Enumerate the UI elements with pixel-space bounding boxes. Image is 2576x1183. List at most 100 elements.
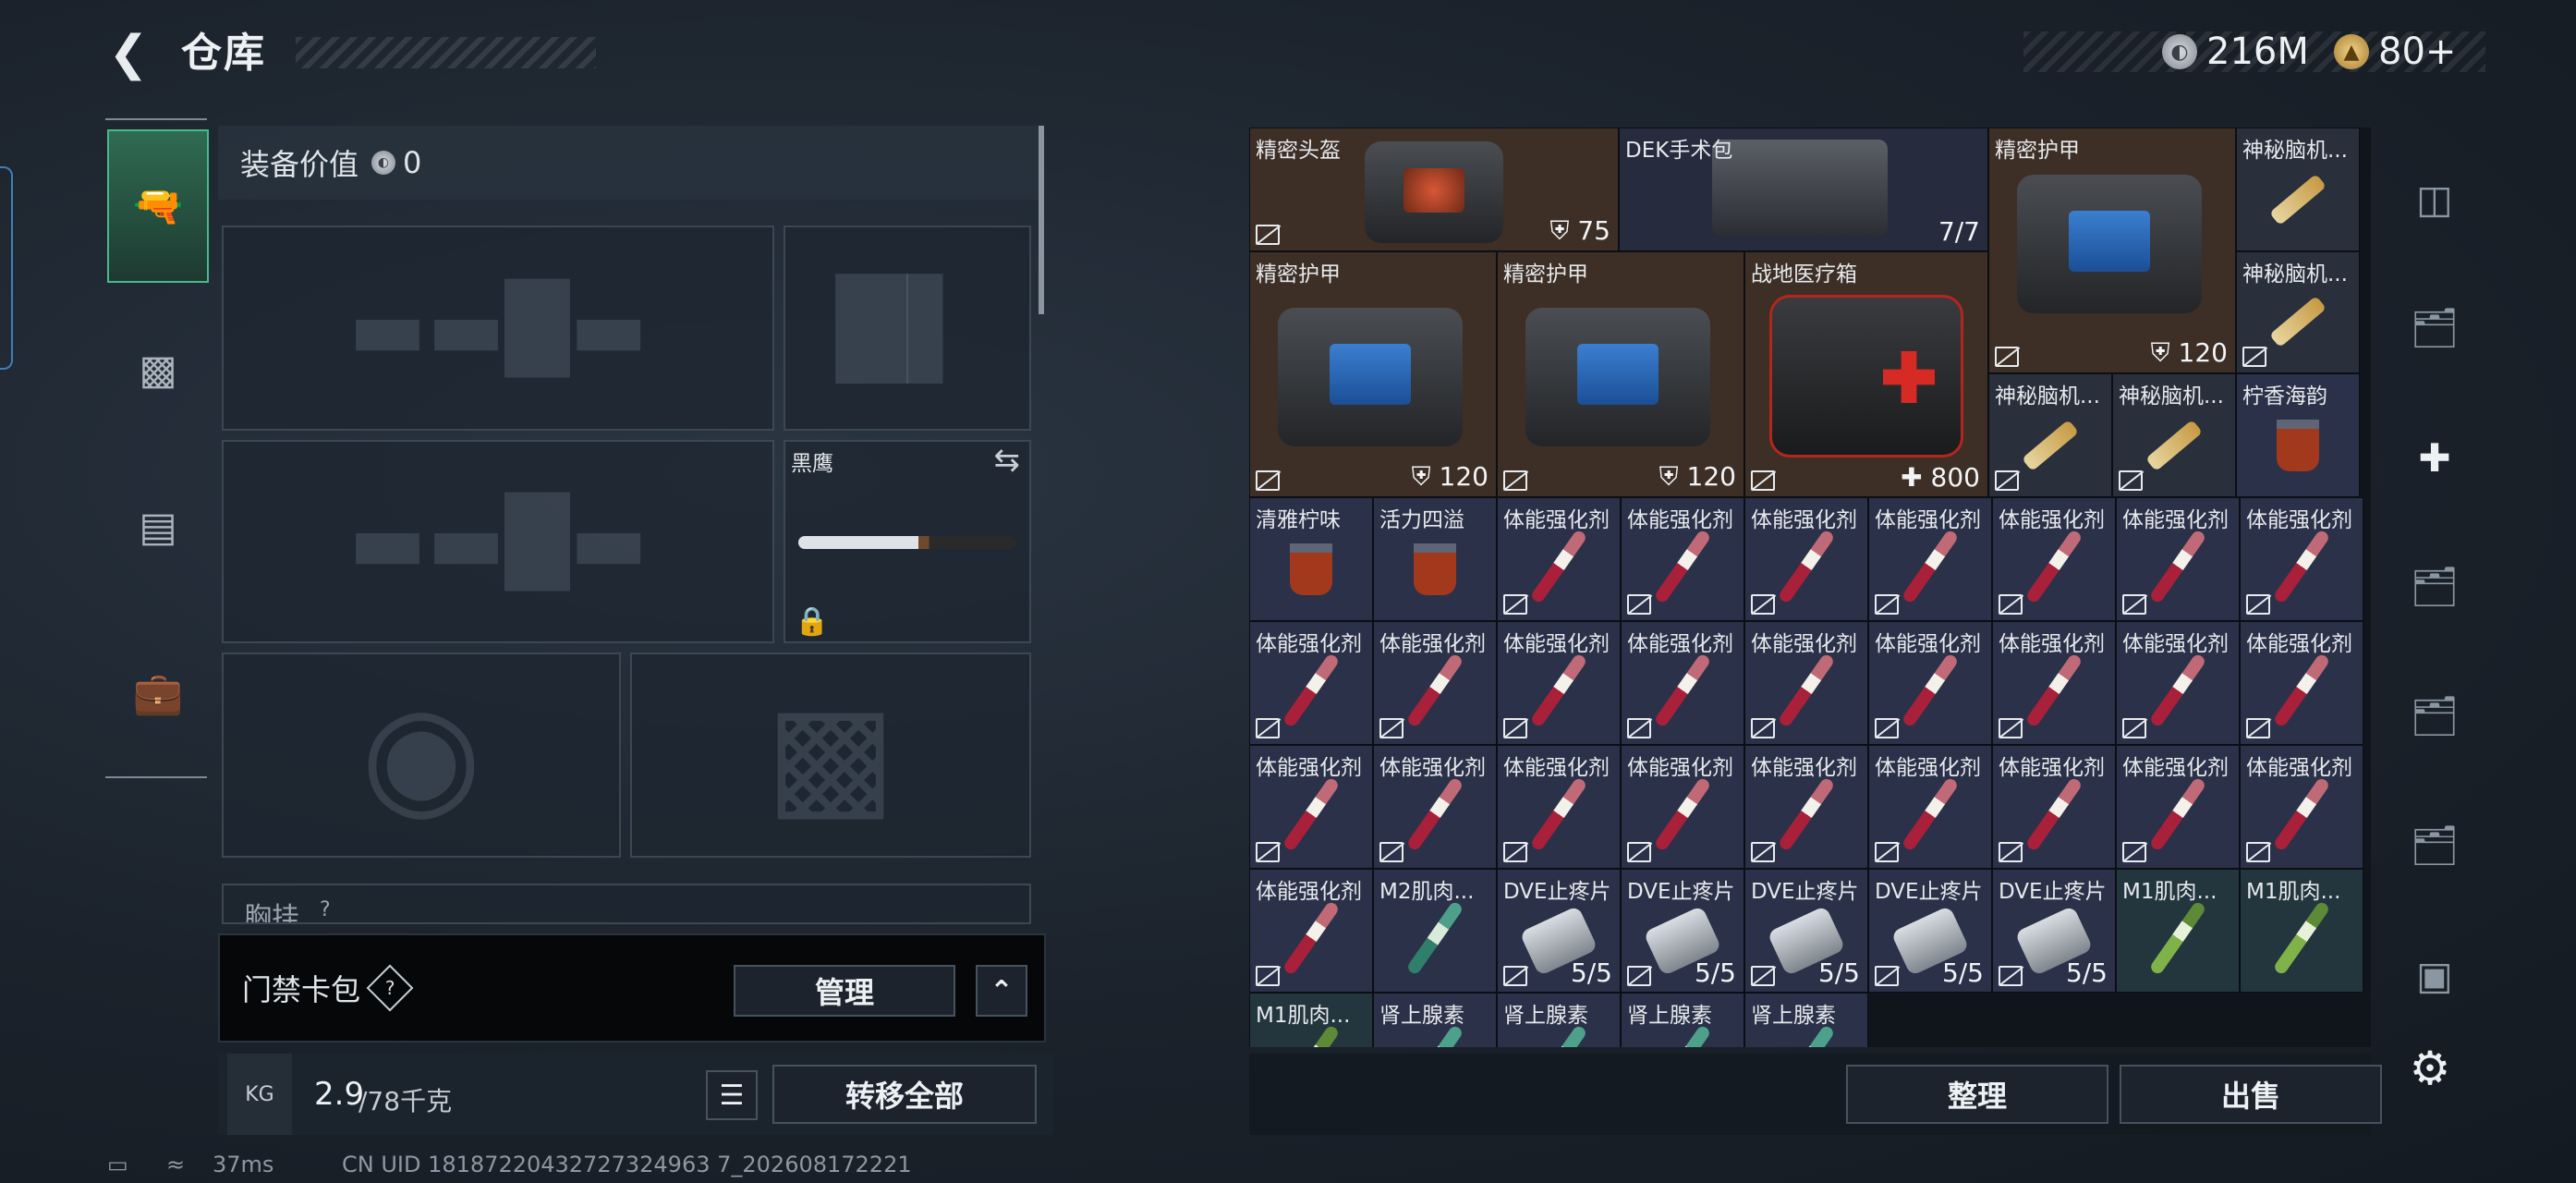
side-drawer-tab[interactable] bbox=[0, 166, 13, 370]
equipment-scrollbar[interactable] bbox=[1039, 126, 1044, 314]
inventory-item[interactable]: DVE止疼片 5/5 bbox=[1992, 869, 2116, 993]
armor-slot[interactable]: ▩ bbox=[630, 652, 1031, 858]
silver-currency[interactable]: ◐ 216M bbox=[2162, 28, 2309, 76]
inventory-item[interactable]: 神秘脑机... bbox=[1988, 373, 2112, 497]
swap-icon[interactable]: ⇆ bbox=[994, 442, 1021, 479]
inventory-item[interactable]: 体能强化剂 bbox=[2116, 621, 2240, 745]
inventory-item[interactable]: 体能强化剂 bbox=[1249, 621, 1373, 745]
inventory-item[interactable]: 体能强化剂 bbox=[1373, 621, 1497, 745]
item-name: 体能强化剂 bbox=[1503, 508, 1610, 532]
nav-backpack-badge[interactable]: ▩ bbox=[107, 323, 209, 416]
inventory-item[interactable]: DVE止疼片 5/5 bbox=[1868, 869, 1992, 993]
inventory-item[interactable]: 体能强化剂 bbox=[1373, 745, 1497, 869]
transfer-all-button[interactable]: 转移全部 bbox=[772, 1065, 1037, 1124]
help-icon[interactable]: ? bbox=[320, 898, 331, 921]
inventory-item[interactable]: 活力四溢 bbox=[1373, 497, 1497, 621]
inventory-item[interactable]: 精密头盔 ⛨ 75 bbox=[1249, 128, 1619, 251]
collapse-button[interactable]: ⌃ bbox=[976, 965, 1027, 1017]
item-name: 肾上腺素 bbox=[1379, 1004, 1464, 1028]
inventory-item[interactable]: 体能强化剂 bbox=[1621, 745, 1744, 869]
storage-tab-4[interactable]: 🗂 bbox=[2375, 795, 2495, 896]
storage-tab-3[interactable]: 🗂 bbox=[2375, 665, 2495, 767]
inventory-item[interactable]: 肾上腺素 bbox=[1621, 993, 1744, 1047]
inventory-item[interactable]: 神秘脑机... bbox=[2236, 128, 2360, 251]
storage-tab-1[interactable]: 🗂 bbox=[2375, 277, 2495, 379]
sort-button[interactable]: 整理 bbox=[1846, 1065, 2108, 1124]
inventory-item[interactable]: M1肌肉... bbox=[2116, 869, 2240, 993]
inventory-item[interactable]: 战地医疗箱 ✚ 800 bbox=[1744, 251, 1988, 497]
inventory-item[interactable]: 体能强化剂 bbox=[1744, 621, 1868, 745]
nav-toolbox[interactable]: 💼 bbox=[107, 647, 209, 739]
inventory-item[interactable]: DVE止疼片 5/5 bbox=[1744, 869, 1868, 993]
safe-box-tab[interactable]: ◫ bbox=[2375, 148, 2495, 250]
item-image bbox=[1282, 652, 1341, 728]
manage-button[interactable]: 管理 bbox=[734, 965, 955, 1017]
inventory-item[interactable]: DVE止疼片 5/5 bbox=[1621, 869, 1744, 993]
inventory-item[interactable]: 体能强化剂 bbox=[1497, 497, 1621, 621]
gold-currency[interactable]: ▲ 80+ bbox=[2334, 28, 2456, 76]
back-button[interactable]: ❮ bbox=[103, 26, 153, 81]
inventory-item[interactable]: 体能强化剂 bbox=[1497, 621, 1621, 745]
inventory-item[interactable]: 体能强化剂 bbox=[1744, 497, 1868, 621]
inventory-grid[interactable]: 精密头盔 ⛨ 75 DEK手术包 7/7 精密护甲 ⛨ 120 神秘脑机... … bbox=[1249, 128, 2371, 1047]
inventory-item[interactable]: 体能强化剂 bbox=[1992, 621, 2116, 745]
inventory-item[interactable]: 精密护甲 ⛨ 120 bbox=[1249, 251, 1497, 497]
no-insure-icon bbox=[1875, 594, 1899, 615]
inventory-item[interactable]: 精密护甲 ⛨ 120 bbox=[1497, 251, 1744, 497]
inventory-item[interactable]: M1肌肉... bbox=[2240, 869, 2363, 993]
inventory-item[interactable]: 神秘脑机... bbox=[2112, 373, 2236, 497]
inventory-item[interactable]: 体能强化剂 bbox=[1868, 745, 1992, 869]
page-title: 仓库 bbox=[181, 30, 266, 77]
ping-readout: 37ms bbox=[213, 1152, 274, 1177]
inventory-item[interactable]: 体能强化剂 bbox=[1868, 497, 1992, 621]
silver-amount: 216M bbox=[2206, 30, 2309, 73]
inventory-item[interactable]: 体能强化剂 bbox=[2116, 497, 2240, 621]
inventory-item[interactable]: 体能强化剂 bbox=[1744, 745, 1868, 869]
sell-button[interactable]: 出售 bbox=[2120, 1065, 2382, 1124]
inventory-item[interactable]: 体能强化剂 bbox=[2240, 745, 2363, 869]
inventory-item[interactable]: 体能强化剂 bbox=[2116, 745, 2240, 869]
folder-icon: 🗂 bbox=[2410, 693, 2460, 738]
chest-rig-slot[interactable]: 胸挂 ? bbox=[222, 884, 1031, 924]
inventory-item[interactable]: 体能强化剂 bbox=[1992, 497, 2116, 621]
inventory-item[interactable]: 体能强化剂 bbox=[1249, 745, 1373, 869]
help-icon[interactable]: ? bbox=[366, 964, 414, 1012]
storage-tab-medical[interactable]: ✚ bbox=[2375, 407, 2495, 508]
item-name: 神秘脑机... bbox=[2242, 139, 2348, 163]
inventory-item[interactable]: 体能强化剂 bbox=[1249, 869, 1373, 993]
inventory-item[interactable]: 体能强化剂 bbox=[1992, 745, 2116, 869]
inventory-item[interactable]: M2肌肉... bbox=[1373, 869, 1497, 993]
helmet-slot[interactable]: ◉ bbox=[222, 652, 621, 858]
inventory-item[interactable]: 肾上腺素 bbox=[1497, 993, 1621, 1047]
nav-backpack[interactable]: ▤ bbox=[107, 481, 209, 573]
no-insure-icon bbox=[2246, 718, 2270, 738]
settings-button[interactable]: ⚙ bbox=[2402, 1041, 2458, 1096]
inventory-item[interactable]: M1肌肉... bbox=[1249, 993, 1373, 1047]
inventory-item[interactable]: 体能强化剂 bbox=[1497, 745, 1621, 869]
melee-slot[interactable]: 黑鹰 ⇆ 🔒 bbox=[784, 440, 1031, 643]
storage-tab-5[interactable]: ▣ bbox=[2375, 924, 2495, 1026]
inventory-item[interactable]: 神秘脑机... bbox=[2236, 251, 2360, 373]
secondary-weapon-slot[interactable]: ▬▬█▬ bbox=[222, 440, 774, 643]
inventory-item[interactable]: 体能强化剂 bbox=[2240, 621, 2363, 745]
inventory-item[interactable]: 体能强化剂 bbox=[1621, 621, 1744, 745]
inventory-item[interactable]: 体能强化剂 bbox=[2240, 497, 2363, 621]
inventory-item[interactable]: 柠香海韵 bbox=[2236, 373, 2360, 497]
item-name: 清雅柠味 bbox=[1256, 508, 1341, 532]
inventory-item[interactable]: 体能强化剂 bbox=[1868, 621, 1992, 745]
inventory-item[interactable]: DVE止疼片 5/5 bbox=[1497, 869, 1621, 993]
inventory-item[interactable]: 体能强化剂 bbox=[1621, 497, 1744, 621]
inventory-item[interactable]: DEK手术包 7/7 bbox=[1619, 128, 1988, 251]
storage-tab-2[interactable]: 🗂 bbox=[2375, 536, 2495, 638]
equipment-value-label: 装备价值 bbox=[240, 147, 359, 182]
primary-weapon-slot[interactable]: ▬▬█▬ bbox=[222, 226, 774, 431]
nav-weapons[interactable]: 🔫 bbox=[107, 129, 209, 283]
no-insure-icon bbox=[1627, 718, 1651, 738]
inventory-item[interactable]: 肾上腺素 bbox=[1373, 993, 1497, 1047]
list-view-button[interactable]: ☰ bbox=[706, 1070, 758, 1120]
inventory-item[interactable]: 清雅柠味 bbox=[1249, 497, 1373, 621]
inventory-item[interactable]: 精密护甲 ⛨ 120 bbox=[1988, 128, 2236, 373]
sidearm-slot[interactable]: █▌ bbox=[784, 226, 1031, 431]
inventory-item[interactable]: 肾上腺素 bbox=[1744, 993, 1868, 1047]
equipment-value: 0 bbox=[403, 145, 422, 180]
